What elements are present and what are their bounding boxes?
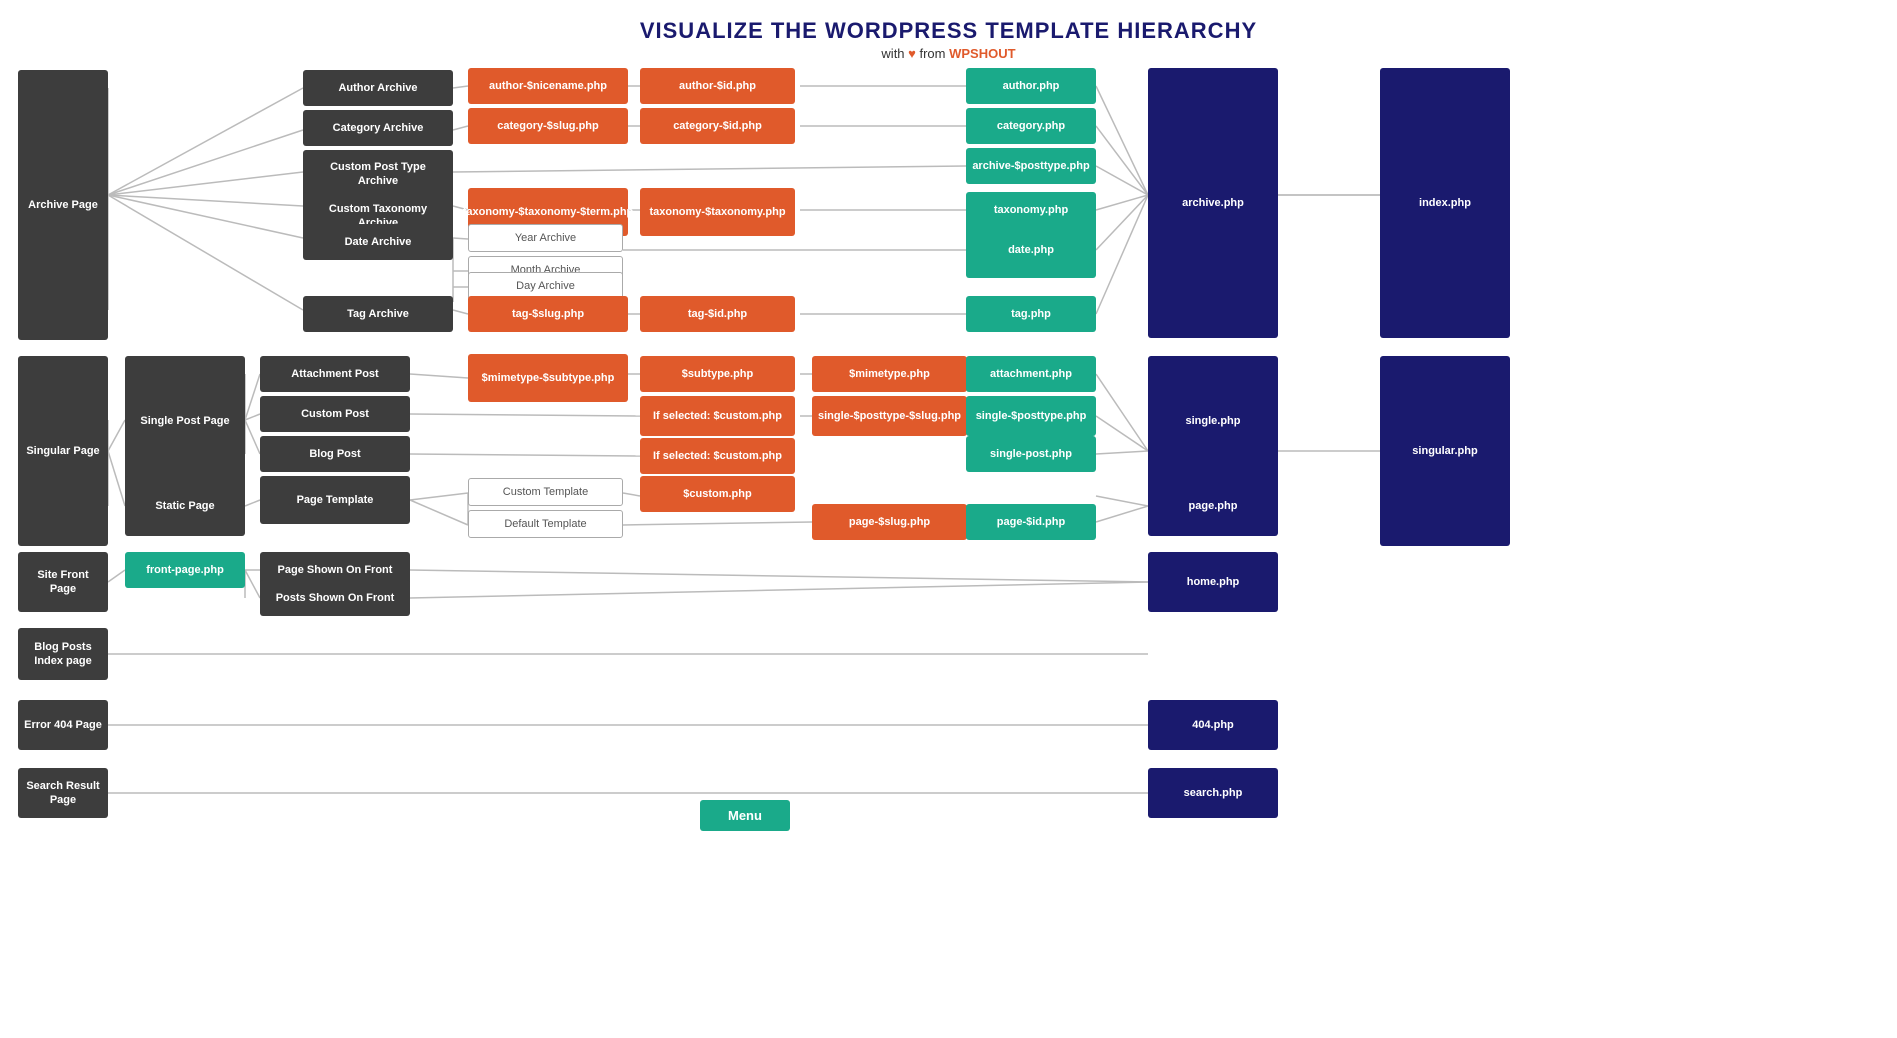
attachment-php-node: attachment.php: [966, 356, 1096, 392]
default-template-node: Default Template: [468, 510, 623, 538]
mimetype-subtype-node: $mimetype-$subtype.php: [468, 354, 628, 402]
category-archive-node: Category Archive: [303, 110, 453, 146]
page-wrapper: VISUALIZE THE WORDPRESS TEMPLATE HIERARC…: [0, 0, 1897, 1038]
site-front-page-node: Site Front Page: [18, 552, 108, 612]
header: VISUALIZE THE WORDPRESS TEMPLATE HIERARC…: [0, 0, 1897, 67]
static-page-node: Static Page: [125, 476, 245, 536]
single-posttype-slug-node: single-$posttype-$slug.php: [812, 396, 967, 436]
error-404-page-node: Error 404 Page: [18, 700, 108, 750]
if-selected-custom1-node: If selected: $custom.php: [640, 396, 795, 436]
menu-button[interactable]: Menu: [700, 800, 790, 831]
page-slug-node: page-$slug.php: [812, 504, 967, 540]
page-template-node: Page Template: [260, 476, 410, 524]
page-title: VISUALIZE THE WORDPRESS TEMPLATE HIERARC…: [0, 18, 1897, 44]
category-id-node: category-$id.php: [640, 108, 795, 144]
custom-template-node: Custom Template: [468, 478, 623, 506]
archive-php-node: archive.php: [1148, 68, 1278, 338]
archive-page-node: Archive Page: [18, 70, 108, 340]
page-subtitle: with ♥ from WPSHOUT: [0, 46, 1897, 61]
front-page-php-node: front-page.php: [125, 552, 245, 588]
author-php-node: author.php: [966, 68, 1096, 104]
page-php-node: page.php: [1148, 476, 1278, 536]
author-id-node: author-$id.php: [640, 68, 795, 104]
blog-posts-index-node: Blog Posts Index page: [18, 628, 108, 680]
tag-archive-node: Tag Archive: [303, 296, 453, 332]
singular-page-node: Singular Page: [18, 356, 108, 546]
subtype-php-node: $subtype.php: [640, 356, 795, 392]
tag-id-node: tag-$id.php: [640, 296, 795, 332]
author-archive-node: Author Archive: [303, 70, 453, 106]
custom-post-type-archive-node: Custom Post Type Archive: [303, 150, 453, 198]
heart-icon: ♥: [908, 46, 916, 61]
single-php-node: single.php: [1148, 356, 1278, 486]
mimetype-php-node: $mimetype.php: [812, 356, 967, 392]
home-php-node: home.php: [1148, 552, 1278, 612]
custom-post-node: Custom Post: [260, 396, 410, 432]
single-post-php-node: single-post.php: [966, 436, 1096, 472]
page-id-node: page-$id.php: [966, 504, 1096, 540]
tag-slug-node: tag-$slug.php: [468, 296, 628, 332]
author-nicename-node: author-$nicename.php: [468, 68, 628, 104]
tag-php-node: tag.php: [966, 296, 1096, 332]
single-posttype-node: single-$posttype.php: [966, 396, 1096, 436]
brand-label: WPSHOUT: [949, 46, 1015, 61]
custom-php-node: $custom.php: [640, 476, 795, 512]
date-php-node: date.php: [966, 222, 1096, 278]
error-404-php-node: 404.php: [1148, 700, 1278, 750]
taxonomy-taxonomy-node: taxonomy-$taxonomy.php: [640, 188, 795, 236]
posts-shown-on-front-node: Posts Shown On Front: [260, 580, 410, 616]
if-selected-custom2-node: If selected: $custom.php: [640, 438, 795, 474]
blog-post-node: Blog Post: [260, 436, 410, 472]
attachment-post-node: Attachment Post: [260, 356, 410, 392]
singular-php-node: singular.php: [1380, 356, 1510, 546]
archive-posttype-node: archive-$posttype.php: [966, 148, 1096, 184]
search-php-node: search.php: [1148, 768, 1278, 818]
single-post-page-node: Single Post Page: [125, 356, 245, 486]
search-result-page-node: Search Result Page: [18, 768, 108, 818]
category-php-node: category.php: [966, 108, 1096, 144]
index-php-node: index.php: [1380, 68, 1510, 338]
year-archive-node: Year Archive: [468, 224, 623, 252]
date-archive-node: Date Archive: [303, 224, 453, 260]
category-slug-node: category-$slug.php: [468, 108, 628, 144]
